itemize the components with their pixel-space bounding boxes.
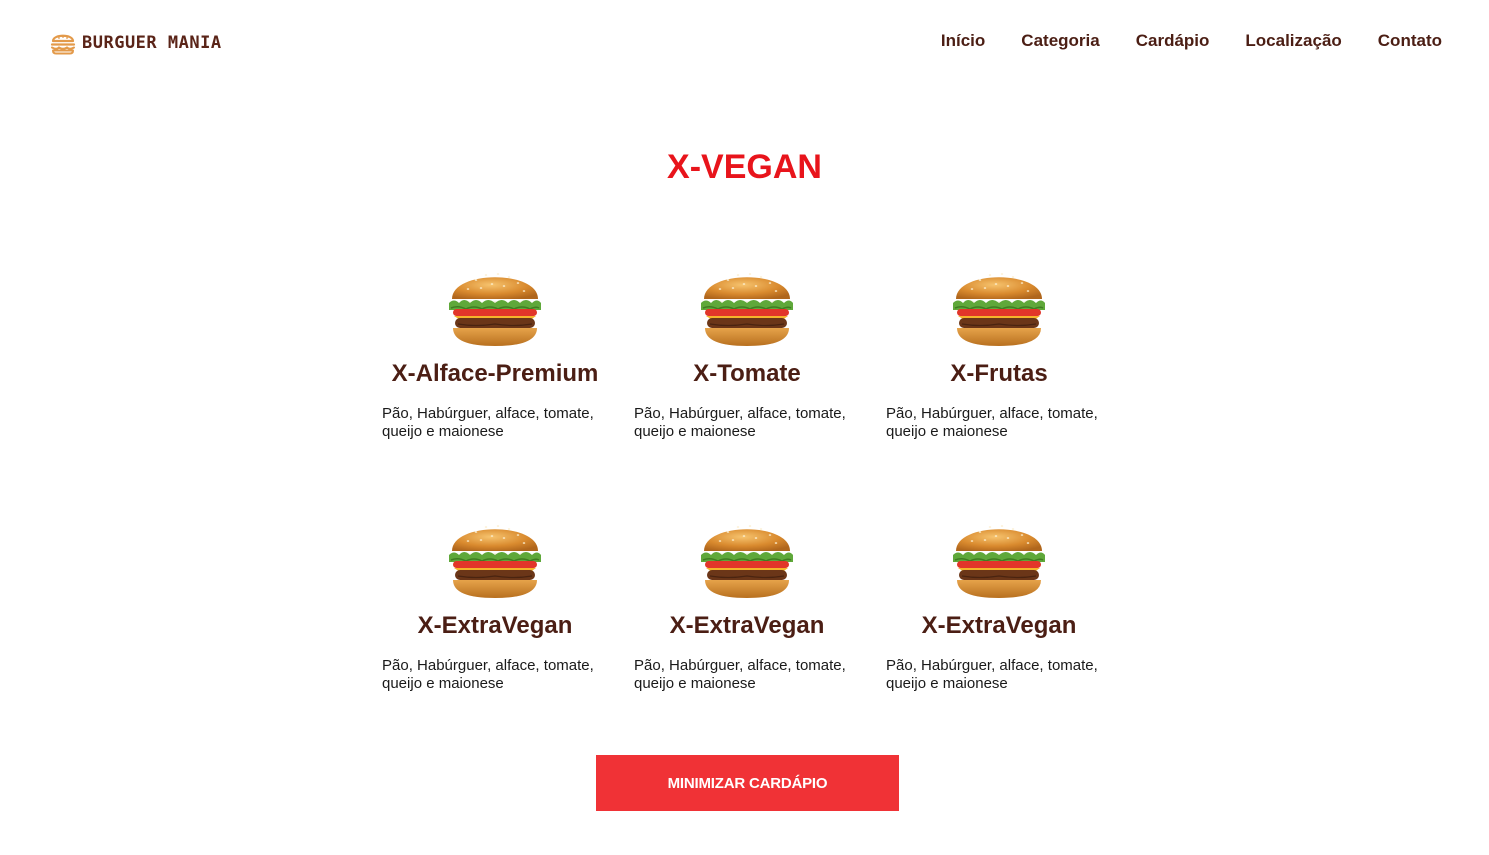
menu-grid: X-Alface-Premium Pão, Habúrguer, alface,…	[372, 262, 1128, 694]
menu-item-name: X-Tomate	[693, 360, 801, 387]
menu-item-description: Pão, Habúrguer, alface, tomate, queijo e…	[634, 657, 846, 692]
menu-item-name: X-ExtraVegan	[669, 612, 825, 639]
burger-image	[953, 525, 1045, 598]
burger-image	[701, 273, 793, 346]
main-nav: Início Categoria Cardápio Localização Co…	[941, 31, 1442, 51]
menu-item-description: Pão, Habúrguer, alface, tomate, queijo e…	[382, 657, 594, 692]
menu-item-card[interactable]: X-ExtraVegan Pão, Habúrguer, alface, tom…	[372, 514, 624, 694]
menu-item-name: X-ExtraVegan	[921, 612, 1077, 639]
nav-link-localizacao[interactable]: Localização	[1245, 31, 1341, 51]
menu-item-card[interactable]: X-ExtraVegan Pão, Habúrguer, alface, tom…	[624, 514, 876, 694]
menu-item-description: Pão, Habúrguer, alface, tomate, queijo e…	[382, 405, 594, 440]
burger-image	[701, 525, 793, 598]
menu-item-name: X-Frutas	[950, 360, 1048, 387]
nav-link-contato[interactable]: Contato	[1378, 31, 1442, 51]
menu-item-card[interactable]: X-Frutas Pão, Habúrguer, alface, tomate,…	[876, 262, 1128, 442]
brand-logo[interactable]: BURGUER MANIA	[50, 31, 222, 55]
site-header: BURGUER MANIA Início Categoria Cardápio …	[0, 0, 1489, 86]
burger-image	[449, 525, 541, 598]
menu-item-card[interactable]: X-ExtraVegan Pão, Habúrguer, alface, tom…	[876, 514, 1128, 694]
menu-item-name: X-Alface-Premium	[391, 360, 599, 387]
nav-link-inicio[interactable]: Início	[941, 31, 985, 51]
brand-name: BURGUER MANIA	[82, 33, 222, 53]
menu-item-name: X-ExtraVegan	[417, 612, 573, 639]
section-title: X-VEGAN	[667, 148, 822, 186]
nav-link-categoria[interactable]: Categoria	[1021, 31, 1099, 51]
minimize-menu-button[interactable]: MINIMIZAR CARDÁPIO	[596, 755, 899, 811]
burger-image	[953, 273, 1045, 346]
menu-item-description: Pão, Habúrguer, alface, tomate, queijo e…	[886, 657, 1098, 692]
burger-image	[449, 273, 541, 346]
menu-item-description: Pão, Habúrguer, alface, tomate, queijo e…	[886, 405, 1098, 440]
burger-icon	[50, 34, 76, 55]
nav-link-cardapio[interactable]: Cardápio	[1136, 31, 1210, 51]
menu-item-description: Pão, Habúrguer, alface, tomate, queijo e…	[634, 405, 846, 440]
menu-item-card[interactable]: X-Tomate Pão, Habúrguer, alface, tomate,…	[624, 262, 876, 442]
menu-item-card[interactable]: X-Alface-Premium Pão, Habúrguer, alface,…	[372, 262, 624, 442]
